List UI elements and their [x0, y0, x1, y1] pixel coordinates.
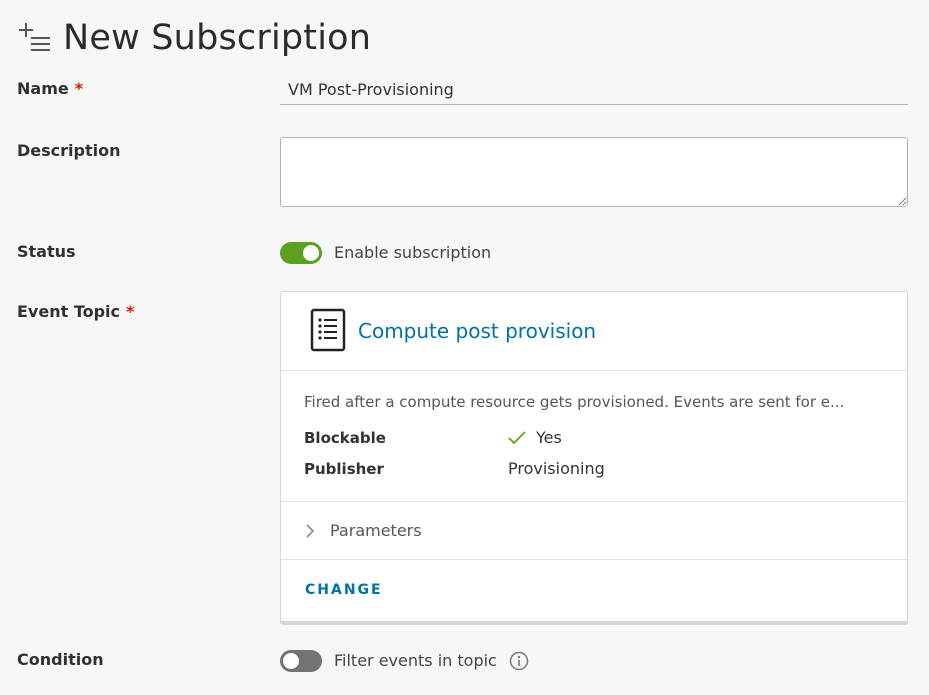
required-marker: *: [74, 79, 84, 98]
event-topic-label-text: Event Topic: [17, 302, 121, 321]
publisher-label: Publisher: [304, 460, 384, 478]
chevron-right-icon: [306, 524, 315, 538]
name-input[interactable]: [280, 75, 908, 105]
document-list-icon: [310, 308, 346, 352]
toggle-knob: [283, 653, 299, 669]
check-icon: [508, 430, 526, 444]
change-topic-button[interactable]: CHANGE: [305, 582, 383, 598]
filter-events-label: Filter events in topic: [334, 651, 497, 670]
filter-events-toggle[interactable]: [280, 650, 322, 672]
event-topic-details: Fired after a compute resource gets prov…: [281, 371, 907, 502]
event-topic-label: Event Topic *: [17, 302, 134, 321]
status-label: Status: [17, 242, 76, 261]
description-textarea[interactable]: [280, 137, 908, 207]
name-label-text: Name: [17, 79, 69, 98]
card-footer: CHANGE: [281, 560, 907, 620]
blockable-value: Yes: [508, 428, 562, 447]
enable-subscription-label: Enable subscription: [334, 243, 492, 262]
toggle-knob: [303, 245, 319, 261]
topic-name-link[interactable]: Compute post provision: [358, 319, 596, 343]
name-label: Name *: [17, 79, 83, 98]
condition-label: Condition: [17, 650, 104, 669]
topic-description: Fired after a compute resource gets prov…: [304, 393, 845, 411]
add-list-icon: [19, 23, 50, 51]
blockable-value-text: Yes: [536, 428, 562, 447]
required-marker: *: [126, 302, 135, 321]
event-topic-card-header: Compute post provision: [281, 292, 907, 371]
enable-subscription-toggle[interactable]: [280, 242, 322, 264]
parameters-expander[interactable]: Parameters: [281, 502, 907, 560]
event-topic-card: Compute post provision Fired after a com…: [280, 291, 908, 625]
page-header: New Subscription: [18, 18, 371, 58]
description-label: Description: [17, 141, 121, 160]
parameters-label: Parameters: [330, 521, 422, 540]
page-title: New Subscription: [63, 18, 372, 58]
publisher-value: Provisioning: [508, 459, 605, 478]
blockable-label: Blockable: [304, 429, 386, 447]
info-icon[interactable]: [509, 651, 529, 671]
